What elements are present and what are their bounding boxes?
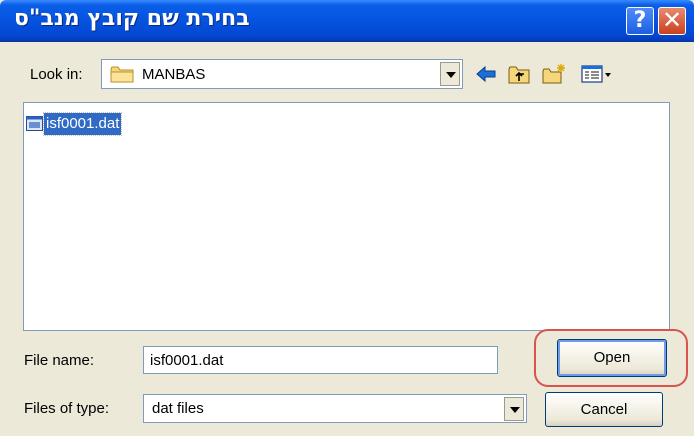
dat-file-icon [26,116,43,131]
close-icon: ✕ [661,6,683,34]
title-bar[interactable]: בחירת שם קובץ מנב"ס ? ✕ [0,0,694,42]
files-of-type-value: dat files [152,400,204,417]
file-name-input[interactable] [143,346,498,374]
chevron-down-icon[interactable] [504,397,524,421]
help-icon: ? [633,8,647,33]
new-folder-icon[interactable] [541,63,567,85]
cancel-button[interactable]: Cancel [545,392,663,427]
file-name-label: isf0001.dat [42,112,123,136]
chevron-down-icon[interactable] [440,62,460,86]
close-button[interactable]: ✕ [658,7,686,35]
back-arrow-icon[interactable] [474,63,498,85]
files-of-type-dropdown[interactable]: dat files [143,394,527,423]
file-list[interactable]: isf0001.dat [23,102,670,331]
look-in-label: Look in: [30,66,83,83]
look-in-dropdown[interactable]: MANBAS [101,59,463,89]
open-button[interactable]: Open [557,339,667,377]
file-name-label: File name: [24,352,95,369]
folder-icon [110,66,134,83]
up-one-level-icon[interactable] [507,63,531,85]
help-button[interactable]: ? [626,7,654,35]
file-open-dialog: בחירת שם קובץ מנב"ס ? ✕ Look in: MANBAS [0,0,694,436]
dialog-title: בחירת שם קובץ מנב"ס [14,6,250,31]
look-in-value: MANBAS [142,66,206,83]
files-of-type-label: Files of type: [24,400,110,417]
views-menu-icon[interactable] [580,63,612,85]
